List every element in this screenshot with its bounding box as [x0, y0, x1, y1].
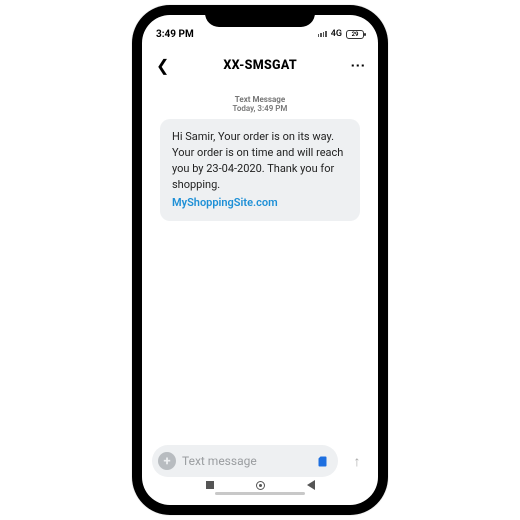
message-link[interactable]: MyShoppingSite.com	[172, 195, 348, 211]
phone-device-frame: 3:49 PM 4G 29 ❮ XX-SMSGAT ⋮ Text Message…	[132, 5, 388, 515]
signal-icon	[318, 31, 327, 37]
conversation-header: ❮ XX-SMSGAT ⋮	[142, 47, 378, 83]
thread-meta: Text Message Today, 3:49 PM	[156, 95, 364, 113]
battery-level: 29	[352, 31, 359, 38]
recents-icon[interactable]	[206, 481, 214, 489]
status-indicators: 4G 29	[318, 29, 364, 39]
back-nav-icon[interactable]	[307, 480, 315, 490]
message-timestamp: Today, 3:49 PM	[156, 104, 364, 113]
message-input[interactable]: Text message	[182, 454, 310, 468]
battery-icon: 29	[346, 30, 364, 39]
sim-card-icon[interactable]	[316, 455, 328, 467]
message-thread[interactable]: Text Message Today, 3:49 PM Hi Samir, Yo…	[142, 83, 378, 437]
phone-notch	[205, 5, 315, 27]
message-type-label: Text Message	[156, 95, 364, 104]
android-nav-bar	[152, 477, 368, 493]
back-icon[interactable]: ❮	[156, 56, 169, 75]
sender-title[interactable]: XX-SMSGAT	[223, 58, 297, 73]
add-attachment-icon[interactable]: +	[158, 452, 176, 470]
network-label: 4G	[331, 29, 342, 39]
more-options-icon[interactable]: ⋮	[349, 59, 365, 72]
phone-screen: 3:49 PM 4G 29 ❮ XX-SMSGAT ⋮ Text Message…	[142, 15, 378, 505]
incoming-message-bubble[interactable]: Hi Samir, Your order is on its way. Your…	[160, 119, 360, 221]
composer-area: + Text message ↑	[142, 437, 378, 505]
send-arrow-icon[interactable]: ↑	[346, 450, 368, 472]
gesture-bar	[215, 492, 305, 495]
home-icon[interactable]	[256, 481, 265, 490]
message-input-pill[interactable]: + Text message	[152, 445, 338, 477]
message-text: Hi Samir, Your order is on its way. Your…	[172, 130, 343, 191]
status-time: 3:49 PM	[156, 29, 194, 40]
